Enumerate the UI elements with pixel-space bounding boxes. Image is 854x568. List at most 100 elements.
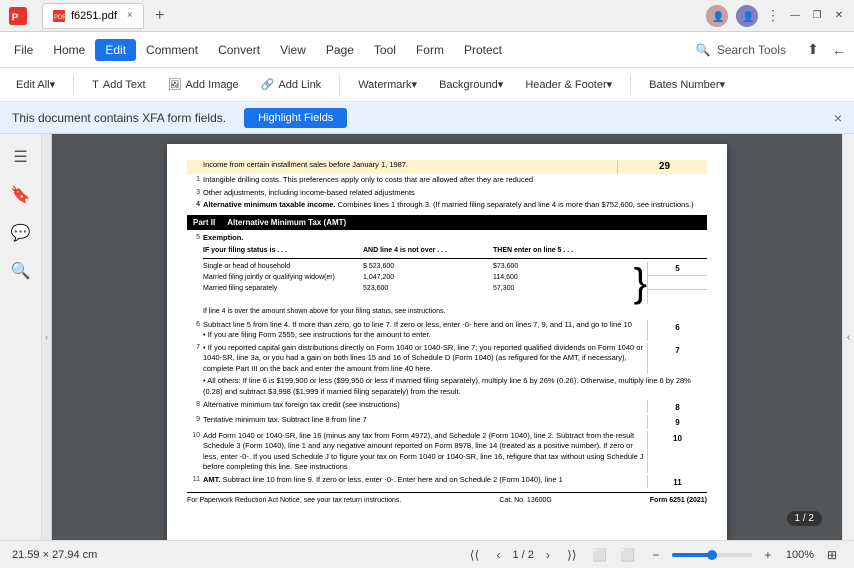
sidebar-expand-handle[interactable]: › bbox=[42, 134, 52, 540]
edit-all-button[interactable]: Edit All▾ bbox=[8, 75, 63, 94]
if-line4-over-text: If line 4 is over the amount shown above… bbox=[203, 307, 707, 317]
svg-text:👤: 👤 bbox=[712, 10, 724, 23]
line9-row: 9 Tentative minimum tax. Subtract line 8… bbox=[187, 415, 707, 428]
menu-protect[interactable]: Protect bbox=[454, 39, 512, 61]
line7-row: 7 • If you reported capital gain distrib… bbox=[187, 343, 707, 375]
separator-3 bbox=[630, 75, 631, 95]
page-badge: 1 / 2 bbox=[787, 511, 822, 526]
line5-input-boxes: 5 bbox=[647, 262, 707, 304]
fullscreen-button[interactable]: ⊞ bbox=[822, 545, 842, 565]
add-link-button[interactable]: 🔗 Add Link bbox=[253, 75, 330, 94]
menu-tool[interactable]: Tool bbox=[364, 39, 406, 61]
line8-box: 8 bbox=[647, 400, 707, 413]
pdf-tab[interactable]: PDF f6251.pdf × bbox=[42, 3, 144, 29]
zoom-level: 100% bbox=[786, 549, 814, 561]
add-text-button[interactable]: T Add Text bbox=[84, 76, 153, 94]
pdf-footer: For Paperwork Reduction Act Notice, see … bbox=[187, 492, 707, 506]
user-avatar[interactable]: 👤 bbox=[706, 5, 728, 27]
add-image-button[interactable]: 🖼 Add Image bbox=[160, 75, 247, 94]
share-icon[interactable]: ⬆ bbox=[802, 39, 824, 61]
part-ii-header: Part II Alternative Minimum Tax (AMT) bbox=[187, 215, 707, 230]
zoom-slider[interactable] bbox=[672, 553, 752, 557]
menu-convert[interactable]: Convert bbox=[208, 39, 270, 61]
title-bar-left: P PDF f6251.pdf × + bbox=[8, 3, 172, 29]
zoom-control: − + bbox=[646, 545, 778, 565]
header-footer-button[interactable]: Header & Footer▾ bbox=[517, 75, 620, 94]
edit-toolbar: Edit All▾ T Add Text 🖼 Add Image 🔗 Add L… bbox=[0, 68, 854, 102]
highlight-fields-button[interactable]: Highlight Fields bbox=[244, 108, 347, 128]
pdf-area[interactable]: Income from certain installment sales be… bbox=[52, 134, 842, 540]
close-button[interactable]: ✕ bbox=[832, 9, 846, 23]
tab-close-btn[interactable]: × bbox=[127, 10, 133, 21]
line3-row: 3 Other adjustments, including income-ba… bbox=[187, 188, 707, 199]
watermark-button[interactable]: Watermark▾ bbox=[350, 75, 425, 94]
sidebar-thumbnails-icon[interactable]: ☰ bbox=[4, 140, 38, 174]
fit-page-button[interactable]: ⬜ bbox=[618, 545, 638, 565]
table-row-married-jointly: Married filing jointly or qualifying wid… bbox=[203, 273, 630, 283]
line4-row: 4 Alternative minimum taxable income. Co… bbox=[187, 200, 707, 211]
col1-header: IF your filing status is . . . bbox=[203, 246, 363, 256]
all-others-row: • All others: If line 6 is $199,900 or l… bbox=[187, 376, 707, 397]
line11-row: 11 AMT. Subtract line 10 from line 9. If… bbox=[187, 475, 707, 488]
line1-row: 1 Intangible drilling costs. This prefer… bbox=[187, 175, 707, 186]
next-page-button[interactable]: › bbox=[538, 545, 558, 565]
col2-header: AND line 4 is not over . . . bbox=[363, 246, 493, 256]
brace-symbol: } bbox=[634, 262, 647, 304]
col3-header: THEN enter on line 5 . . . bbox=[493, 246, 707, 256]
menu-edit[interactable]: Edit bbox=[95, 39, 136, 61]
line10-box: 10 bbox=[647, 431, 707, 473]
page-display: 1 / 2 bbox=[512, 549, 533, 561]
search-tools-button[interactable]: 🔍 Search Tools bbox=[686, 39, 796, 61]
line8-row: 8 Alternative minimum tax foreign tax cr… bbox=[187, 400, 707, 413]
status-bar: 21.59 × 27.94 cm ⟨⟨ ‹ 1 / 2 › ⟩⟩ ⬜ ⬜ − +… bbox=[0, 540, 854, 568]
nav-icons-group: ⬆ ← bbox=[802, 39, 850, 61]
line9-box: 9 bbox=[647, 415, 707, 428]
sidebar-bookmarks-icon[interactable]: 🔖 bbox=[4, 178, 38, 212]
app-icon: P bbox=[8, 6, 28, 26]
tab-label: f6251.pdf bbox=[71, 10, 117, 22]
restore-button[interactable]: ❐ bbox=[810, 9, 824, 23]
xfa-notification-bar: This document contains XFA form fields. … bbox=[0, 102, 854, 134]
line5-row: 5 Exemption. bbox=[187, 233, 707, 244]
right-sidebar-toggle[interactable]: ‹ bbox=[842, 134, 854, 540]
line6-row: 6 Subtract line 5 from line 4. If more t… bbox=[187, 320, 707, 341]
prev-page-button[interactable]: ‹ bbox=[488, 545, 508, 565]
document-dimensions: 21.59 × 27.94 cm bbox=[12, 549, 97, 561]
main-area: ☰ 🔖 💬 🔍 › Income from certain installmen… bbox=[0, 134, 854, 540]
bates-number-button[interactable]: Bates Number▾ bbox=[641, 75, 733, 94]
svg-text:PDF: PDF bbox=[54, 15, 65, 21]
menu-bar: File Home Edit Comment Convert View Page… bbox=[0, 32, 854, 68]
new-tab-button[interactable]: + bbox=[148, 4, 172, 28]
zoom-out-button[interactable]: − bbox=[646, 545, 666, 565]
last-page-button[interactable]: ⟩⟩ bbox=[562, 545, 582, 565]
menu-home[interactable]: Home bbox=[43, 39, 95, 61]
search-icon: 🔍 bbox=[696, 43, 711, 57]
zoom-slider-thumb[interactable] bbox=[707, 550, 717, 560]
menu-form[interactable]: Form bbox=[406, 39, 454, 61]
pdf-content: Income from certain installment sales be… bbox=[187, 160, 707, 506]
status-bar-right: ⟨⟨ ‹ 1 / 2 › ⟩⟩ ⬜ ⬜ − + 100% ⊞ bbox=[464, 545, 842, 565]
menu-view[interactable]: View bbox=[270, 39, 316, 61]
back-icon[interactable]: ← bbox=[828, 39, 850, 61]
separator-1 bbox=[73, 75, 74, 95]
zoom-slider-fill bbox=[672, 553, 712, 557]
more-options-icon[interactable]: ⋮ bbox=[766, 7, 780, 24]
title-bar: P PDF f6251.pdf × + 👤 👤 ⋮ — ❐ ✕ bbox=[0, 0, 854, 32]
menu-file[interactable]: File bbox=[4, 39, 43, 61]
exemption-table-header: IF your filing status is . . . AND line … bbox=[203, 246, 707, 259]
menu-comment[interactable]: Comment bbox=[136, 39, 208, 61]
menu-page[interactable]: Page bbox=[316, 39, 364, 61]
zoom-in-button[interactable]: + bbox=[758, 545, 778, 565]
search-tools-label: Search Tools bbox=[717, 43, 786, 57]
minimize-button[interactable]: — bbox=[788, 9, 802, 23]
first-page-button[interactable]: ⟨⟨ bbox=[464, 545, 484, 565]
income-installment-row: Income from certain installment sales be… bbox=[187, 160, 707, 174]
second-avatar[interactable]: 👤 bbox=[736, 5, 758, 27]
sidebar-comments-icon[interactable]: 💬 bbox=[4, 216, 38, 250]
background-button[interactable]: Background▾ bbox=[431, 75, 511, 94]
title-bar-right: 👤 👤 ⋮ — ❐ ✕ bbox=[706, 5, 846, 27]
sidebar-search-icon[interactable]: 🔍 bbox=[4, 254, 38, 288]
xfa-close-button[interactable]: × bbox=[834, 110, 842, 126]
line10-row: 10 Add Form 1040 or 1040-SR, line 16 (mi… bbox=[187, 431, 707, 473]
fit-width-button[interactable]: ⬜ bbox=[590, 545, 610, 565]
